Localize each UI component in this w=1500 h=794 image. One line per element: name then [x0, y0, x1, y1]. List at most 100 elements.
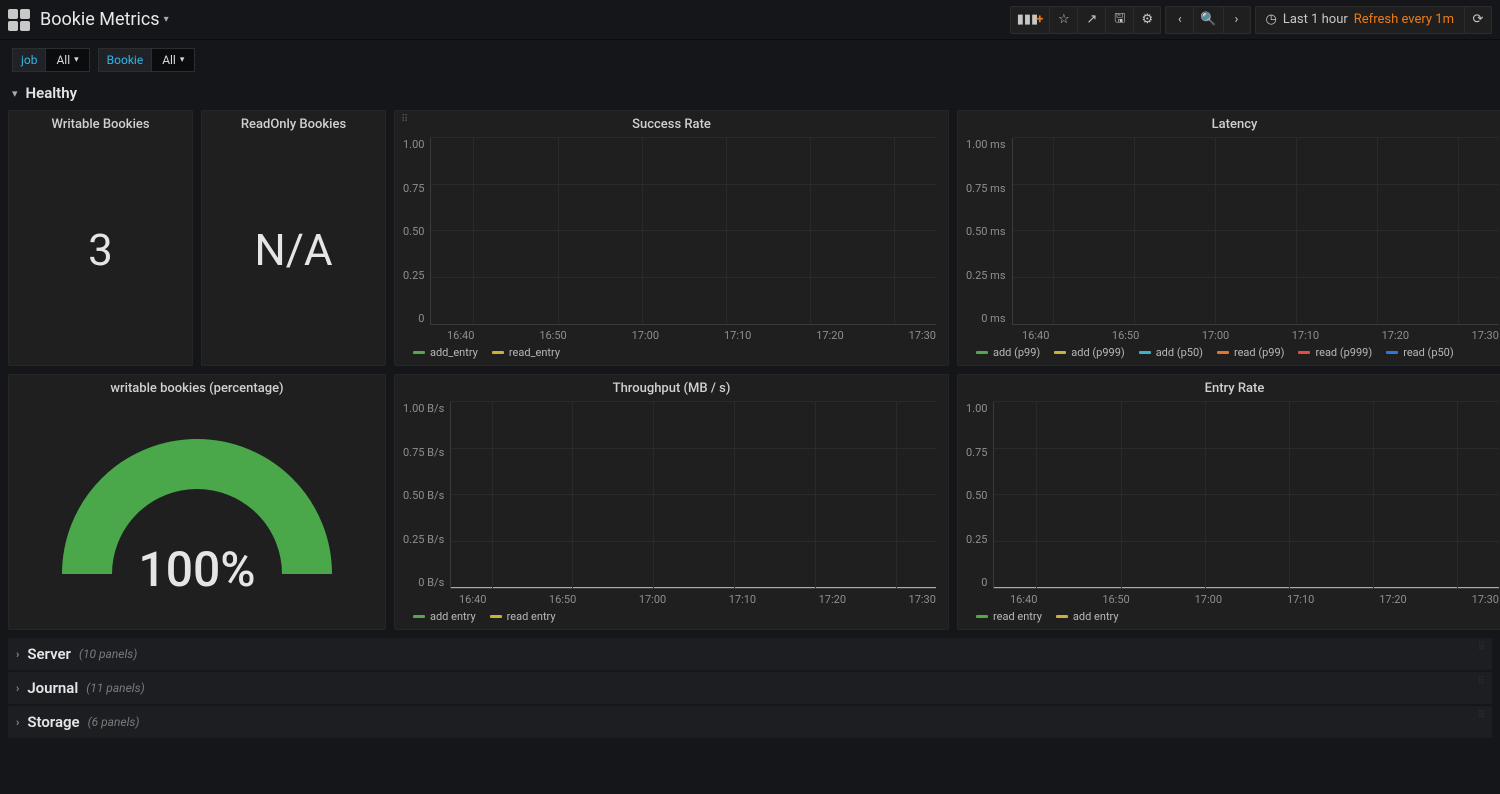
y-tick: 0.25 ms [966, 269, 1006, 282]
legend-label: read (p50) [1403, 346, 1454, 359]
x-tick: 16:40 [1022, 329, 1049, 342]
dashboard-title-dropdown[interactable]: Bookie Metrics ▾ [40, 9, 169, 30]
legend-item[interactable]: add (p99) [976, 346, 1040, 359]
y-tick: 0.75 ms [966, 182, 1006, 195]
time-range-label: Last 1 hour [1283, 12, 1348, 27]
time-range-picker[interactable]: ◷ Last 1 hour Refresh every 1m [1255, 6, 1465, 34]
x-tick: 17:20 [1379, 593, 1406, 606]
settings-button[interactable]: ⚙ [1133, 6, 1161, 34]
variable-job-value[interactable]: All▾ [45, 48, 89, 72]
y-tick: 0.50 B/s [403, 489, 444, 502]
legend-item[interactable]: read entry [490, 610, 556, 623]
zoom-out-button[interactable]: 🔍 [1193, 6, 1222, 34]
y-tick: 0 [981, 576, 987, 589]
template-variables-row: job All▾ Bookie All▾ [0, 40, 1500, 80]
legend-swatch [1217, 351, 1229, 354]
y-tick: 1.00 ms [966, 138, 1006, 151]
row-meta: (11 panels) [86, 681, 144, 695]
y-tick: 0.50 [403, 225, 424, 238]
row-header-healthy[interactable]: ▾ Healthy [0, 80, 1500, 110]
legend-label: add_entry [430, 346, 478, 359]
legend-label: add entry [430, 610, 476, 623]
panel-throughput[interactable]: Throughput (MB / s) 1.00 B/s 0.75 B/s 0.50… [394, 374, 949, 630]
legend-item[interactable]: add entry [1056, 610, 1119, 623]
stat-value: N/A [254, 224, 332, 276]
caret-down-icon: ▾ [180, 55, 185, 65]
row-header-storage[interactable]: › Storage (6 panels) ⠿ [8, 706, 1492, 738]
x-tick: 17:20 [819, 593, 846, 606]
drag-handle-icon[interactable]: ⠿ [1478, 642, 1486, 653]
gauge: 100% [57, 424, 337, 604]
star-button[interactable]: ☆ [1049, 6, 1077, 34]
y-tick: 1.00 B/s [403, 402, 444, 415]
legend-item[interactable]: add (p50) [1139, 346, 1203, 359]
legend-item[interactable]: add (p999) [1054, 346, 1124, 359]
plus-icon: + [1036, 12, 1043, 27]
y-tick: 0 B/s [418, 576, 444, 589]
x-tick: 16:40 [447, 329, 474, 342]
legend-label: add (p50) [1156, 346, 1203, 359]
x-tick: 16:50 [549, 593, 576, 606]
panels-grid: Writable Bookies 3 ReadOnly Bookies N/A … [0, 110, 1500, 630]
chart-plot[interactable]: 1.000.750.500.250 [966, 402, 1499, 589]
refresh-button[interactable]: ⟳ [1464, 6, 1492, 34]
share-button[interactable]: ↗ [1077, 6, 1105, 34]
row-meta: (6 panels) [88, 715, 140, 729]
gauge-value: 100% [138, 541, 255, 598]
legend-item[interactable]: read (p999) [1298, 346, 1372, 359]
x-tick: 17:30 [909, 329, 936, 342]
caret-down-icon: ▾ [164, 14, 169, 25]
x-tick: 17:30 [1472, 593, 1499, 606]
panel-success-rate[interactable]: ⠿ Success Rate 1.000.750.500.250 16:4016… [394, 110, 949, 366]
variable-bookie[interactable]: Bookie All▾ [98, 48, 196, 72]
variable-bookie-value[interactable]: All▾ [151, 48, 195, 72]
time-forward-button[interactable]: › [1223, 6, 1251, 34]
legend-swatch [413, 351, 425, 354]
y-tick: 0.25 B/s [403, 533, 444, 546]
chevron-right-icon: › [1235, 12, 1239, 27]
row-header-server[interactable]: › Server (10 panels) ⠿ [8, 638, 1492, 670]
y-tick: 0.75 B/s [403, 446, 444, 459]
panel-title: ReadOnly Bookies [202, 111, 385, 134]
chart-plot[interactable]: 1.000.750.500.250 [403, 138, 936, 325]
caret-down-icon: ▾ [74, 55, 79, 65]
legend-item[interactable]: add entry [413, 610, 476, 623]
panel-title: Throughput (MB / s) [395, 375, 948, 398]
legend-item[interactable]: read (p99) [1217, 346, 1285, 359]
x-tick: 17:10 [729, 593, 756, 606]
legend-swatch [1386, 351, 1398, 354]
panel-writable-percentage[interactable]: writable bookies (percentage) 100% [8, 374, 386, 630]
chevron-right-icon: › [16, 682, 19, 695]
refresh-icon: ⟳ [1473, 12, 1484, 27]
grafana-dashboard-icon[interactable] [8, 9, 30, 31]
legend-item[interactable]: read entry [976, 610, 1042, 623]
chevron-left-icon: ‹ [1178, 12, 1182, 27]
chart-plot[interactable]: 1.00 B/s 0.75 B/s 0.50 B/s 0.25 B/s 0 B/s [403, 402, 936, 589]
y-tick: 0.25 [966, 533, 987, 546]
save-button[interactable]: 🖫 [1105, 6, 1133, 34]
x-tick: 17:10 [1292, 329, 1319, 342]
variable-job[interactable]: job All▾ [12, 48, 90, 72]
drag-handle-icon[interactable]: ⠿ [401, 114, 409, 125]
x-tick: 17:10 [724, 329, 751, 342]
drag-handle-icon[interactable]: ⠿ [1478, 710, 1486, 721]
chart-plot[interactable]: 1.00 ms0.75 ms0.50 ms0.25 ms0 ms [966, 138, 1499, 325]
variable-job-label: job [12, 48, 45, 72]
share-icon: ↗ [1086, 12, 1097, 27]
legend-item[interactable]: read (p50) [1386, 346, 1454, 359]
legend-item[interactable]: add_entry [413, 346, 478, 359]
add-panel-button[interactable]: ▮▮▮+ [1010, 6, 1050, 34]
y-tick: 0.75 [403, 182, 424, 195]
y-tick: 0 [418, 312, 424, 325]
time-back-button[interactable]: ‹ [1165, 6, 1193, 34]
y-tick: 1.00 [966, 402, 987, 415]
x-tick: 17:20 [816, 329, 843, 342]
panel-entry-rate[interactable]: Entry Rate 1.000.750.500.250 16:4016:501… [957, 374, 1500, 630]
panel-latency[interactable]: Latency 1.00 ms0.75 ms0.50 ms0.25 ms0 ms… [957, 110, 1500, 366]
row-header-journal[interactable]: › Journal (11 panels) ⠿ [8, 672, 1492, 704]
legend-swatch [1298, 351, 1310, 354]
drag-handle-icon[interactable]: ⠿ [1478, 676, 1486, 687]
panel-readonly-bookies[interactable]: ReadOnly Bookies N/A [201, 110, 386, 366]
legend-item[interactable]: read_entry [492, 346, 560, 359]
panel-writable-bookies[interactable]: Writable Bookies 3 [8, 110, 193, 366]
